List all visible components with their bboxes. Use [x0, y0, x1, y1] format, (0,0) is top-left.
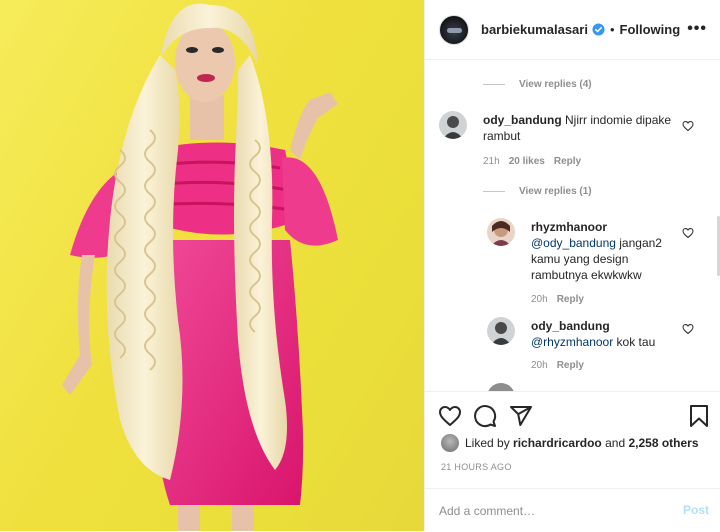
view-replies-label: View replies (1) — [519, 186, 592, 197]
view-replies-label: View replies (4) — [519, 79, 592, 90]
like-comment-icon[interactable] — [682, 323, 694, 335]
post-timestamp[interactable]: 21 HOURS AGO — [441, 462, 512, 472]
instagram-post: barbiekumalasari • Following ••• View re… — [0, 0, 720, 531]
comment-input[interactable] — [439, 501, 659, 521]
comment-body: ody_bandung Njirr indomie dipake rambut — [483, 112, 683, 144]
avatar-photo — [487, 218, 515, 246]
likes-count[interactable]: 2,258 others — [628, 436, 698, 450]
comment-likes[interactable]: 20 likes — [509, 156, 545, 167]
like-comment-icon[interactable] — [682, 120, 694, 132]
comment-meta: 21h 20 likes Reply — [483, 156, 581, 167]
divider-line — [483, 191, 505, 192]
divider-line — [483, 84, 505, 85]
reply-meta: 20h Reply — [531, 294, 584, 305]
likes-summary: Liked by richardricardoo and 2,258 other… — [441, 434, 699, 452]
bookmark-icon[interactable] — [687, 404, 711, 428]
reply-meta: 20h Reply — [531, 360, 584, 371]
reply-mention[interactable]: @ody_bandung — [531, 236, 616, 250]
reply-text: kok tau — [613, 335, 656, 349]
avatar-photo — [439, 111, 467, 139]
reply-body: ody_bandung @rhyzmhanoor kok tau — [531, 318, 681, 350]
reply-avatar[interactable] — [487, 383, 515, 391]
reply-reply-button[interactable]: Reply — [557, 360, 584, 371]
more-options-icon[interactable]: ••• — [687, 20, 707, 38]
comment-username[interactable]: ody_bandung — [483, 113, 562, 127]
post-comment-button[interactable]: Post — [683, 503, 709, 517]
reply-mention[interactable]: @rhyzmhanoor — [531, 335, 613, 349]
reply-time: 20h — [531, 360, 548, 371]
view-replies-button[interactable]: View replies (4) — [483, 79, 592, 90]
avatar-photo — [487, 317, 515, 345]
likes-middle: and — [605, 436, 626, 450]
comment-icon[interactable] — [473, 404, 497, 428]
photo-illustration — [62, 3, 338, 531]
reply-reply-button[interactable]: Reply — [557, 294, 584, 305]
reply-body: rhyzmhanoor @ody_bandung jangan2 kamu ya… — [531, 219, 681, 283]
author-avatar[interactable] — [439, 14, 469, 45]
heart-icon[interactable] — [438, 404, 462, 428]
post-header: barbiekumalasari • Following ••• — [425, 0, 720, 60]
like-comment-icon[interactable] — [682, 227, 694, 239]
following-button[interactable]: Following — [620, 22, 681, 37]
add-comment-bar: Post — [425, 488, 720, 532]
verified-badge-icon — [592, 23, 605, 36]
reply-username[interactable]: ody_bandung — [531, 319, 610, 333]
likes-prefix: Liked by — [465, 436, 510, 450]
post-photo[interactable] — [0, 0, 424, 531]
comment-time: 21h — [483, 156, 500, 167]
reply-avatar[interactable] — [487, 218, 515, 246]
reply-avatar[interactable] — [487, 317, 515, 345]
reply-time: 20h — [531, 294, 548, 305]
share-icon[interactable] — [509, 404, 533, 428]
liker-username[interactable]: richardricardoo — [513, 436, 602, 450]
comments-list[interactable]: View replies (4) ody_bandung Njirr indom… — [425, 61, 720, 391]
comment-avatar[interactable] — [439, 111, 467, 139]
header-separator: • — [609, 22, 615, 37]
view-replies-button[interactable]: View replies (1) — [483, 186, 592, 197]
liker-avatar[interactable] — [441, 434, 459, 452]
comment-reply-button[interactable]: Reply — [554, 156, 581, 167]
post-actions: Liked by richardricardoo and 2,258 other… — [425, 391, 720, 531]
reply-username[interactable]: rhyzmhanoor — [531, 220, 607, 234]
post-sidebar: barbiekumalasari • Following ••• View re… — [424, 0, 720, 531]
author-username[interactable]: barbiekumalasari — [481, 22, 588, 37]
